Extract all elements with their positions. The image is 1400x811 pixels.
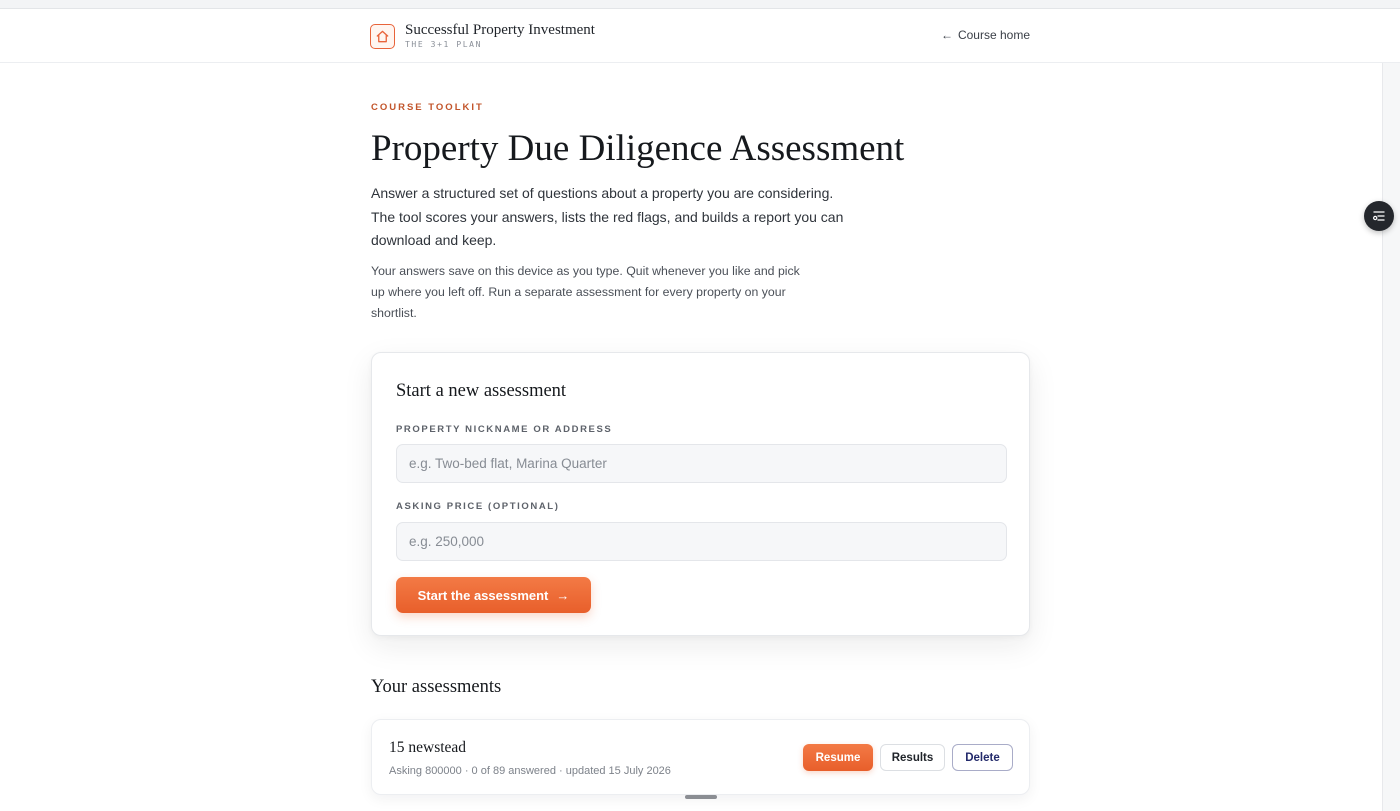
new-assessment-title: Start a new assessment: [396, 381, 567, 401]
new-assessment-card: Start a new assessment PROPERTY NICKNAME…: [371, 352, 1030, 636]
site-header: Successful Property Investment THE 3+1 P…: [0, 9, 1400, 63]
house-icon: [370, 23, 395, 49]
asking-price-input[interactable]: [396, 522, 1007, 561]
start-assessment-label: Start the assessment: [417, 587, 549, 603]
browser-top-strip: [0, 0, 1400, 9]
nickname-input[interactable]: [396, 444, 1007, 483]
bottom-sheet-handle[interactable]: [685, 795, 717, 799]
eyebrow-label: COURSE TOOLKIT: [371, 102, 484, 113]
delete-button[interactable]: Delete: [952, 744, 1013, 771]
brand-subtitle: THE 3+1 PLAN: [405, 40, 482, 49]
scrollbar-track[interactable]: [1382, 63, 1400, 811]
page-title: Property Due Diligence Assessment: [371, 128, 905, 169]
results-button[interactable]: Results: [880, 744, 945, 771]
assessment-meta: Asking 800000 · 0 of 89 answered · updat…: [389, 765, 671, 777]
intro-text: Answer a structured set of questions abo…: [371, 185, 844, 248]
brand-text: Successful Property Investment THE 3+1 P…: [405, 23, 595, 49]
course-home-link[interactable]: ← Course home: [941, 28, 1030, 42]
assessments-title: Your assessments: [371, 677, 502, 697]
resume-button[interactable]: Resume: [803, 744, 873, 771]
brand-title: Successful Property Investment: [405, 22, 595, 38]
assessment-actions: Resume Results Delete: [803, 744, 1013, 771]
course-home-label: Course home: [957, 28, 1030, 42]
list-settings-icon[interactable]: [1364, 201, 1394, 231]
nickname-label: PROPERTY NICKNAME OR ADDRESS: [396, 424, 613, 435]
assessment-list-item: 15 newstead Asking 800000 · 0 of 89 answ…: [371, 719, 1030, 795]
arrow-right-icon: →: [556, 587, 570, 603]
start-assessment-button[interactable]: Start the assessment →: [396, 577, 591, 613]
assessment-name: 15 newstead: [389, 739, 467, 756]
brand[interactable]: Successful Property Investment THE 3+1 P…: [370, 23, 595, 49]
asking-price-label: ASKING PRICE (OPTIONAL): [396, 501, 560, 512]
autosave-note: Your answers save on this device as you …: [371, 264, 800, 320]
arrow-left-icon: ←: [940, 28, 953, 42]
